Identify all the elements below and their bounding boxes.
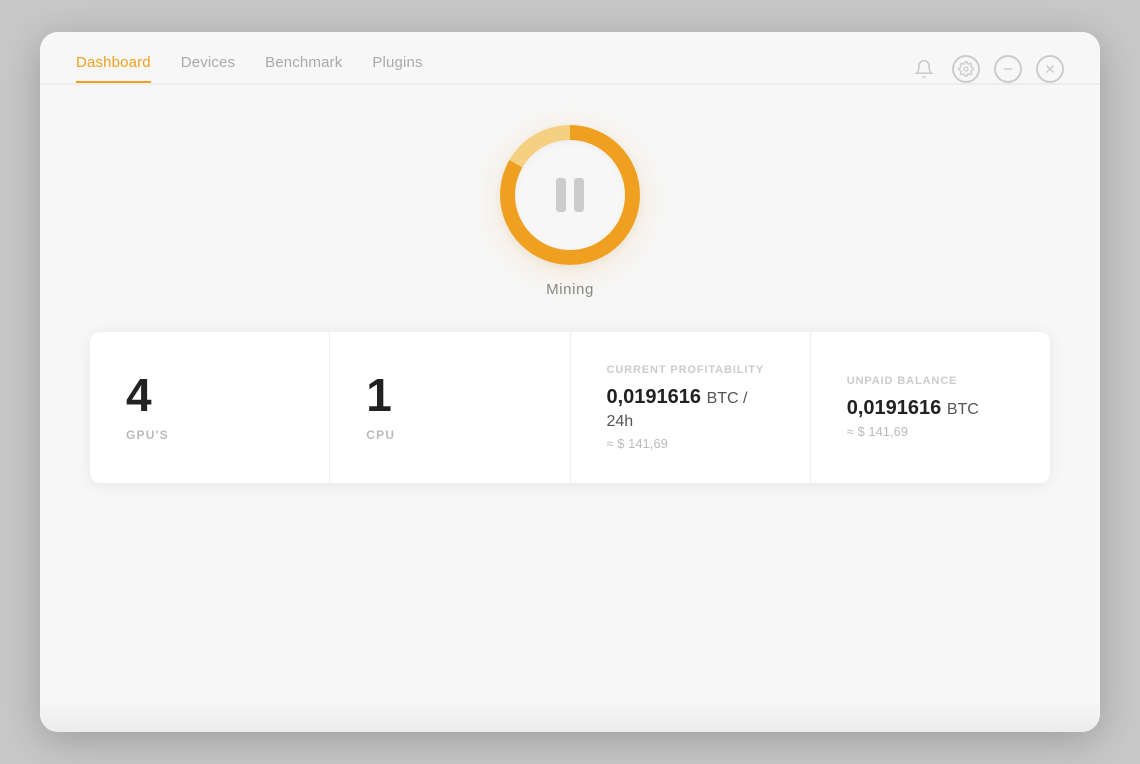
pause-icon: [556, 178, 584, 212]
gpu-count-label: GPU'S: [126, 428, 169, 442]
profitability-stat-card: CURRENT PROFITABILITY 0,0191616 BTC / 24…: [571, 332, 811, 483]
balance-stat-card: UNPAID BALANCE 0,0191616 BTC ≈ $ 141,69: [811, 332, 1050, 483]
main-nav: Dashboard Devices Benchmark Plugins: [76, 54, 423, 83]
app-window: Dashboard Devices Benchmark Plugins: [40, 32, 1100, 732]
minimize-icon[interactable]: [994, 55, 1022, 83]
notifications-icon[interactable]: [910, 55, 938, 83]
window-controls: [910, 55, 1064, 83]
nav-benchmark[interactable]: Benchmark: [265, 54, 342, 83]
nav-dashboard[interactable]: Dashboard: [76, 54, 151, 83]
close-icon[interactable]: [1036, 55, 1064, 83]
profitability-btc-value: 0,0191616 BTC / 24h: [607, 386, 774, 432]
balance-usd-approx: ≈ $ 141,69: [847, 424, 908, 439]
nav-devices[interactable]: Devices: [181, 54, 235, 83]
cpu-stat-card: 1 CPU: [330, 332, 570, 483]
settings-icon[interactable]: [952, 55, 980, 83]
stats-cards: 4 GPU'S 1 CPU CURRENT PROFITABILITY 0,01…: [90, 332, 1050, 483]
mining-ring-inner: [515, 140, 625, 250]
cpu-count-label: CPU: [366, 428, 395, 442]
mining-toggle-button[interactable]: [500, 125, 640, 265]
bottom-fade: [40, 700, 1100, 732]
gpu-count-value: 4: [126, 372, 152, 418]
main-content: Mining 4 GPU'S 1 CPU CURRENT PROFITABILI…: [40, 85, 1100, 701]
balance-btc-unit: BTC: [947, 401, 979, 418]
profitability-usd-approx: ≈ $ 141,69: [607, 436, 668, 451]
balance-section-label: UNPAID BALANCE: [847, 375, 958, 387]
balance-btc-value: 0,0191616 BTC: [847, 397, 979, 420]
pause-bar-left: [556, 178, 566, 212]
mining-status-label: Mining: [546, 281, 594, 298]
mining-button-area: Mining: [500, 125, 640, 298]
pause-bar-right: [574, 178, 584, 212]
nav-plugins[interactable]: Plugins: [372, 54, 422, 83]
cpu-count-value: 1: [366, 372, 392, 418]
gpu-stat-card: 4 GPU'S: [90, 332, 330, 483]
profitability-section-label: CURRENT PROFITABILITY: [607, 364, 765, 376]
header: Dashboard Devices Benchmark Plugins: [40, 32, 1100, 83]
